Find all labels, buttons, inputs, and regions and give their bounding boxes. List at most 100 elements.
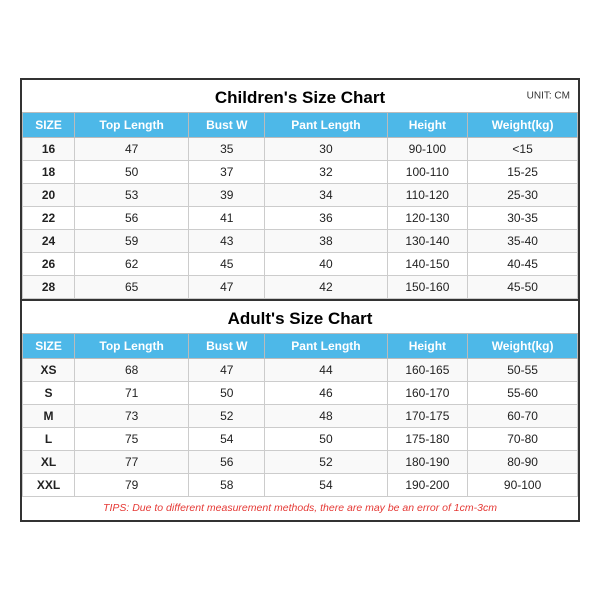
bust-w-cell: 47	[189, 359, 265, 382]
size-cell: 26	[23, 253, 75, 276]
height-cell: 150-160	[387, 276, 468, 299]
top-length-cell: 62	[75, 253, 189, 276]
top-length-cell: 68	[75, 359, 189, 382]
height-cell: 160-170	[387, 382, 468, 405]
weight-cell: 25-30	[468, 184, 578, 207]
bust-w-cell: 58	[189, 474, 265, 497]
top-length-cell: 77	[75, 451, 189, 474]
size-cell: XXL	[23, 474, 75, 497]
pant-length-cell: 46	[265, 382, 387, 405]
adult-col-header-weight: Weight(kg)	[468, 334, 578, 359]
weight-cell: 70-80	[468, 428, 578, 451]
children-section-title: Children's Size Chart UNIT: CM	[22, 80, 578, 112]
adult-col-header-bust-w: Bust W	[189, 334, 265, 359]
top-length-cell: 79	[75, 474, 189, 497]
size-cell: 16	[23, 138, 75, 161]
size-cell: 22	[23, 207, 75, 230]
pant-length-cell: 44	[265, 359, 387, 382]
height-cell: 130-140	[387, 230, 468, 253]
size-cell: S	[23, 382, 75, 405]
pant-length-cell: 32	[265, 161, 387, 184]
size-cell: 24	[23, 230, 75, 253]
weight-cell: 50-55	[468, 359, 578, 382]
pant-length-cell: 42	[265, 276, 387, 299]
size-chart: Children's Size Chart UNIT: CM SIZE Top …	[20, 78, 580, 522]
children-table: SIZE Top Length Bust W Pant Length Heigh…	[22, 112, 578, 299]
height-cell: 140-150	[387, 253, 468, 276]
pant-length-cell: 50	[265, 428, 387, 451]
height-cell: 120-130	[387, 207, 468, 230]
adult-col-header-pant-length: Pant Length	[265, 334, 387, 359]
children-table-body: 16 47 35 30 90-100 <15 18 50 37 32 100-1…	[23, 138, 578, 299]
table-row: 28 65 47 42 150-160 45-50	[23, 276, 578, 299]
size-cell: XS	[23, 359, 75, 382]
height-cell: 180-190	[387, 451, 468, 474]
table-row: XXL 79 58 54 190-200 90-100	[23, 474, 578, 497]
weight-cell: 35-40	[468, 230, 578, 253]
bust-w-cell: 54	[189, 428, 265, 451]
adult-section-title: Adult's Size Chart	[22, 299, 578, 333]
pant-length-cell: 30	[265, 138, 387, 161]
weight-cell: 90-100	[468, 474, 578, 497]
weight-cell: 60-70	[468, 405, 578, 428]
table-row: XS 68 47 44 160-165 50-55	[23, 359, 578, 382]
table-row: 22 56 41 36 120-130 30-35	[23, 207, 578, 230]
bust-w-cell: 37	[189, 161, 265, 184]
table-row: S 71 50 46 160-170 55-60	[23, 382, 578, 405]
height-cell: 170-175	[387, 405, 468, 428]
size-cell: M	[23, 405, 75, 428]
size-cell: 28	[23, 276, 75, 299]
tips-text: TIPS: Due to different measurement metho…	[22, 497, 578, 520]
bust-w-cell: 41	[189, 207, 265, 230]
children-title-text: Children's Size Chart	[215, 88, 385, 107]
col-header-height: Height	[387, 113, 468, 138]
height-cell: 190-200	[387, 474, 468, 497]
bust-w-cell: 45	[189, 253, 265, 276]
top-length-cell: 65	[75, 276, 189, 299]
adult-table-header: SIZE Top Length Bust W Pant Length Heigh…	[23, 334, 578, 359]
weight-cell: 55-60	[468, 382, 578, 405]
weight-cell: 15-25	[468, 161, 578, 184]
col-header-pant-length: Pant Length	[265, 113, 387, 138]
weight-cell: 45-50	[468, 276, 578, 299]
pant-length-cell: 40	[265, 253, 387, 276]
weight-cell: 80-90	[468, 451, 578, 474]
bust-w-cell: 43	[189, 230, 265, 253]
col-header-bust-w: Bust W	[189, 113, 265, 138]
top-length-cell: 56	[75, 207, 189, 230]
bust-w-cell: 35	[189, 138, 265, 161]
adult-col-header-size: SIZE	[23, 334, 75, 359]
bust-w-cell: 52	[189, 405, 265, 428]
top-length-cell: 75	[75, 428, 189, 451]
col-header-weight: Weight(kg)	[468, 113, 578, 138]
col-header-top-length: Top Length	[75, 113, 189, 138]
table-row: 20 53 39 34 110-120 25-30	[23, 184, 578, 207]
pant-length-cell: 38	[265, 230, 387, 253]
pant-length-cell: 54	[265, 474, 387, 497]
height-cell: 160-165	[387, 359, 468, 382]
height-cell: 110-120	[387, 184, 468, 207]
adult-title-text: Adult's Size Chart	[228, 309, 373, 328]
table-row: L 75 54 50 175-180 70-80	[23, 428, 578, 451]
adult-col-header-top-length: Top Length	[75, 334, 189, 359]
adult-table: SIZE Top Length Bust W Pant Length Heigh…	[22, 333, 578, 497]
top-length-cell: 53	[75, 184, 189, 207]
children-table-header: SIZE Top Length Bust W Pant Length Heigh…	[23, 113, 578, 138]
top-length-cell: 50	[75, 161, 189, 184]
pant-length-cell: 52	[265, 451, 387, 474]
table-row: 24 59 43 38 130-140 35-40	[23, 230, 578, 253]
table-row: XL 77 56 52 180-190 80-90	[23, 451, 578, 474]
size-cell: 18	[23, 161, 75, 184]
pant-length-cell: 34	[265, 184, 387, 207]
table-row: 26 62 45 40 140-150 40-45	[23, 253, 578, 276]
unit-label: UNIT: CM	[527, 91, 570, 102]
adult-col-header-height: Height	[387, 334, 468, 359]
col-header-size: SIZE	[23, 113, 75, 138]
pant-length-cell: 48	[265, 405, 387, 428]
table-row: 16 47 35 30 90-100 <15	[23, 138, 578, 161]
table-row: 18 50 37 32 100-110 15-25	[23, 161, 578, 184]
top-length-cell: 73	[75, 405, 189, 428]
height-cell: 100-110	[387, 161, 468, 184]
pant-length-cell: 36	[265, 207, 387, 230]
weight-cell: <15	[468, 138, 578, 161]
